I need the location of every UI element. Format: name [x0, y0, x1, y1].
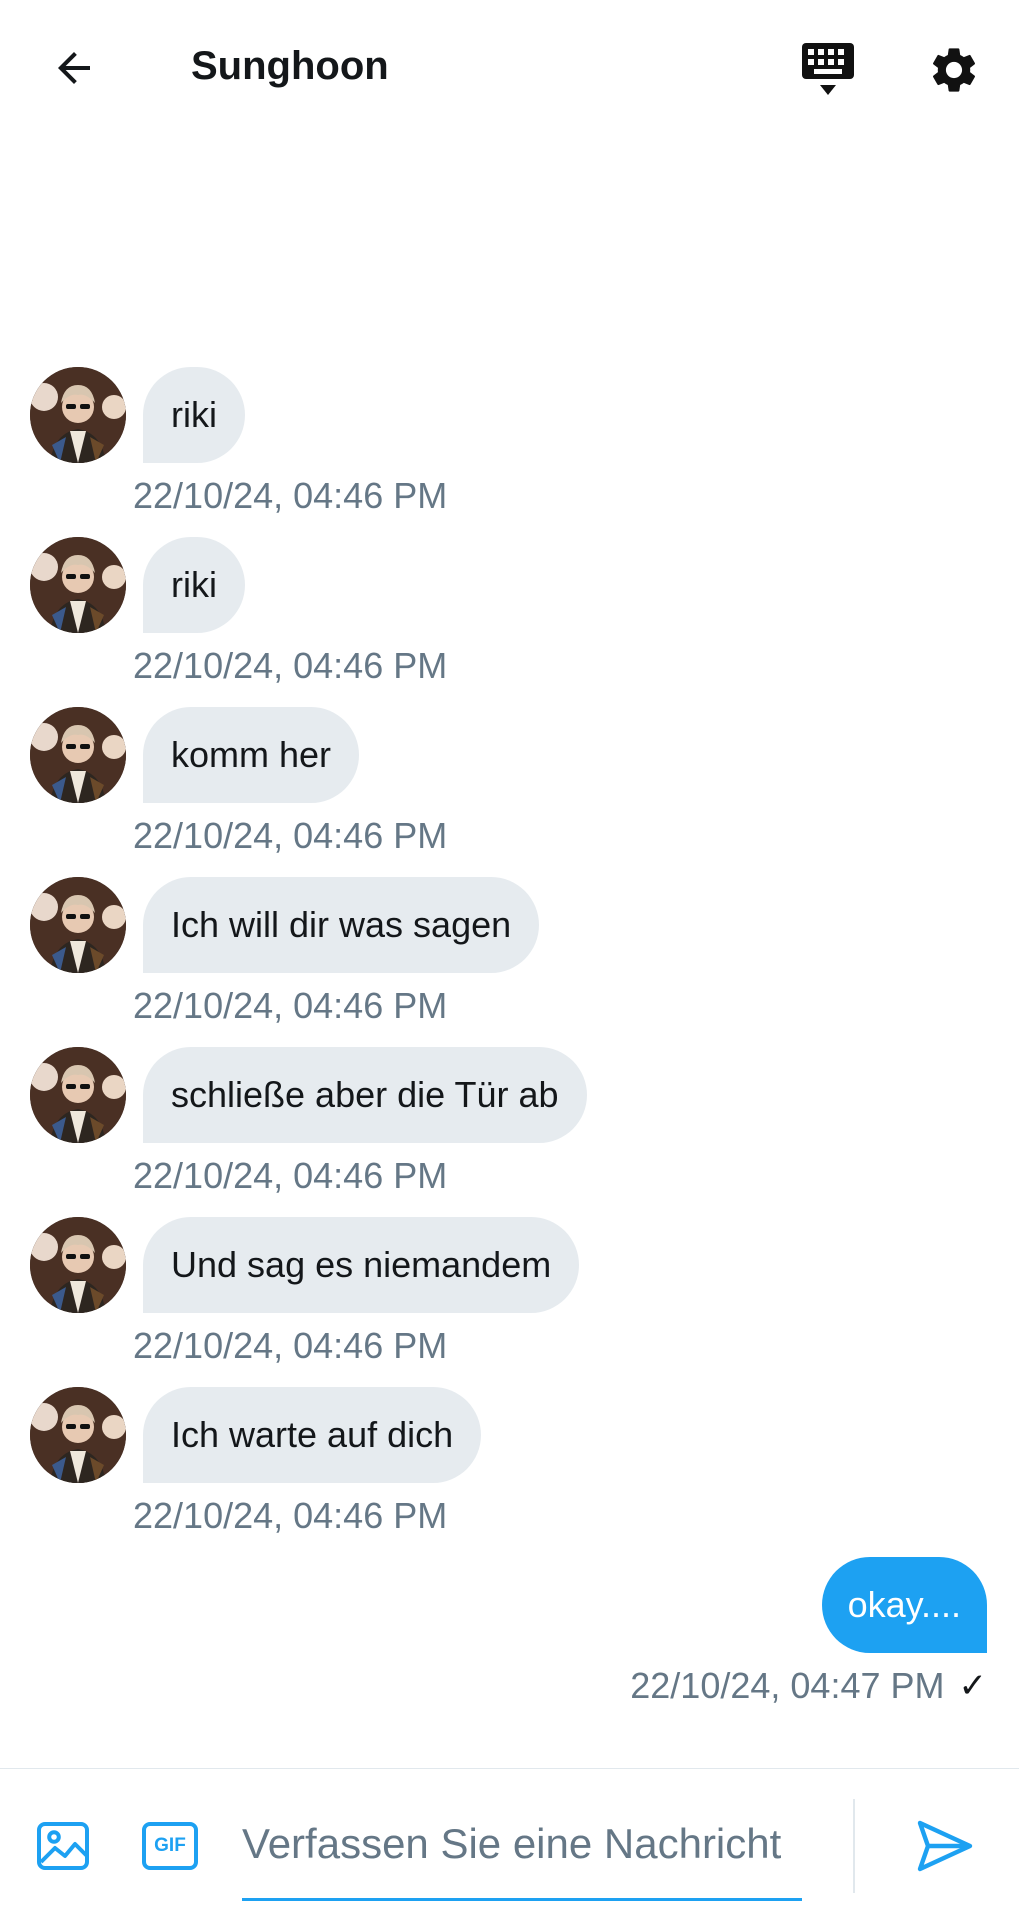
message-bubble-incoming[interactable]: riki — [143, 367, 245, 463]
avatar-image — [30, 1217, 126, 1313]
message-bubble-incoming[interactable]: Ich warte auf dich — [143, 1387, 482, 1483]
message-bubble-incoming[interactable]: schließe aber die Tür ab — [143, 1047, 587, 1143]
avatar-image — [30, 1387, 126, 1483]
send-icon — [917, 1820, 973, 1872]
avatar-image — [30, 367, 126, 463]
avatar[interactable] — [30, 367, 126, 463]
message-bubble-outgoing[interactable]: okay.... — [821, 1557, 987, 1653]
message-bubble-incoming[interactable]: komm her — [143, 707, 360, 803]
add-gif-button[interactable]: GIF — [138, 1815, 202, 1877]
message-bubble-incoming[interactable]: riki — [143, 537, 245, 633]
avatar[interactable] — [30, 877, 126, 973]
avatar[interactable] — [30, 537, 126, 633]
message-timestamp: 22/10/24, 04:46 PM — [133, 1155, 448, 1196]
avatar[interactable] — [30, 1387, 126, 1483]
check-icon: ✓ — [958, 1667, 988, 1705]
avatar-image — [30, 877, 126, 973]
message-input-wrapper — [242, 1789, 802, 1901]
message-timestamp: 22/10/24, 04:46 PM — [133, 645, 448, 686]
send-button[interactable] — [910, 1813, 980, 1879]
avatar[interactable] — [30, 1047, 126, 1143]
avatar-image — [30, 1047, 126, 1143]
image-icon — [37, 1822, 89, 1870]
dm-conversation-screen: Sunghoon riki 22/10/24, 04:46 PM riki 22… — [0, 0, 1019, 1920]
gif-label: GIF — [154, 1835, 186, 1856]
message-timestamp: 22/10/24, 04:46 PM — [133, 985, 448, 1026]
message-timestamp: 22/10/24, 04:47 PM ✓ — [630, 1665, 987, 1707]
message-bubble-incoming[interactable]: Ich will dir was sagen — [143, 877, 540, 973]
message-timestamp: 22/10/24, 04:46 PM — [133, 475, 448, 516]
message-timestamp: 22/10/24, 04:46 PM — [133, 815, 448, 856]
composer-divider — [853, 1799, 855, 1893]
avatar-image — [30, 707, 126, 803]
message-list[interactable]: riki 22/10/24, 04:46 PM riki 22/10/24, 0… — [0, 0, 1019, 1768]
avatar-image — [30, 537, 126, 633]
message-bubble-incoming[interactable]: Und sag es niemandem — [143, 1217, 580, 1313]
message-input[interactable] — [242, 1789, 802, 1898]
message-composer: GIF — [0, 1768, 1019, 1920]
message-timestamp: 22/10/24, 04:46 PM — [133, 1495, 448, 1536]
message-timestamp: 22/10/24, 04:46 PM — [133, 1325, 448, 1366]
add-media-button[interactable] — [32, 1815, 94, 1877]
message-timestamp-text: 22/10/24, 04:47 PM — [630, 1665, 945, 1706]
avatar[interactable] — [30, 1217, 126, 1313]
avatar[interactable] — [30, 707, 126, 803]
